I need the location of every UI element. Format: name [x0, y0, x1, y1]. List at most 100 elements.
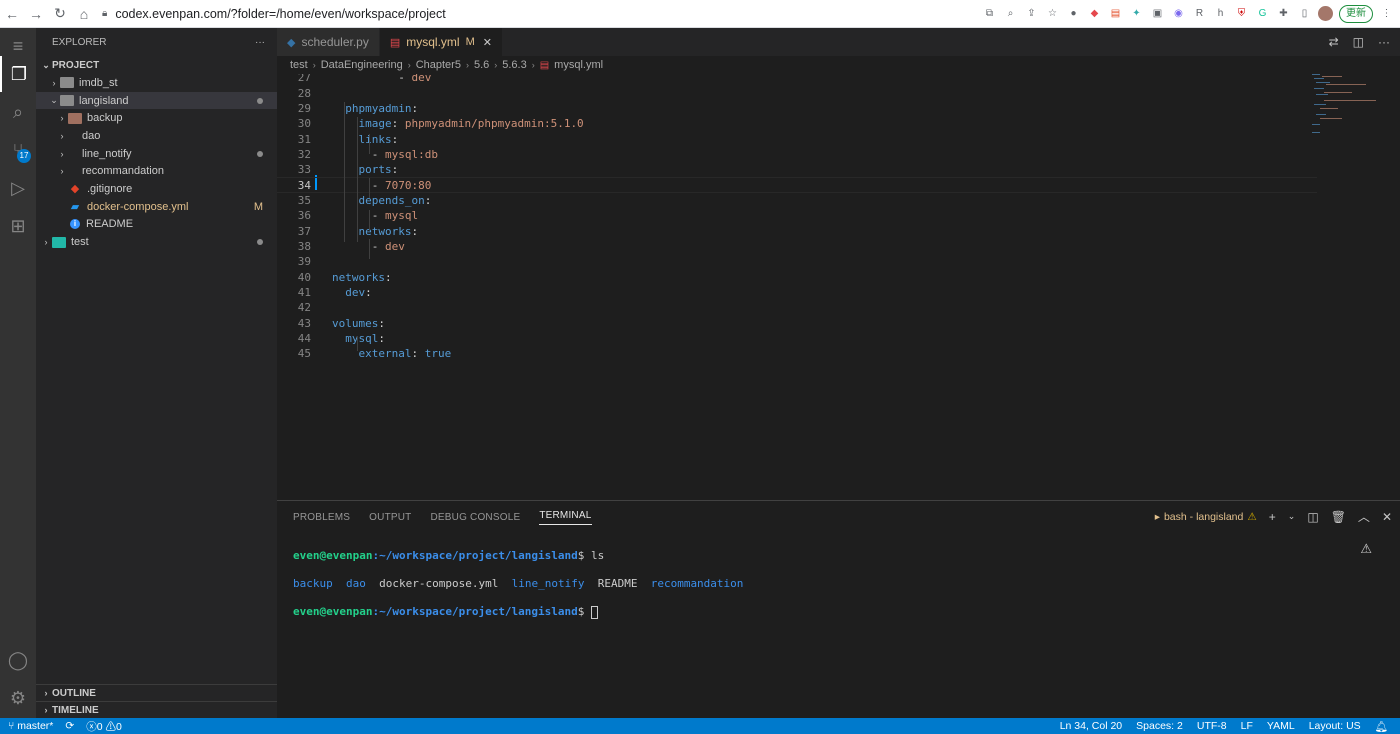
tree-item-backup[interactable]: › backup	[36, 109, 277, 127]
outline-section-header[interactable]: › OUTLINE	[36, 684, 277, 701]
extension-icon-1[interactable]: ●	[1066, 6, 1081, 21]
tree-item-test[interactable]: › test	[36, 233, 277, 251]
tab-debug-console[interactable]: DEBUG CONSOLE	[430, 512, 520, 523]
explorer-more-icon[interactable]: ···	[255, 37, 265, 48]
source-control-icon[interactable]: ⑂ 17	[0, 132, 36, 168]
open-in-app-icon[interactable]: ⧉	[982, 6, 997, 21]
tree-item-line-notify[interactable]: › line_notify	[36, 145, 277, 163]
back-icon[interactable]: ←	[0, 6, 24, 22]
tree-item-dao[interactable]: › dao	[36, 127, 277, 145]
project-section-header[interactable]: ⌄ PROJECT	[36, 56, 277, 74]
extensions-puzzle-icon[interactable]: ✚	[1276, 6, 1291, 21]
run-debug-icon[interactable]: ▷	[0, 170, 36, 206]
browser-menu-icon[interactable]: ⋮	[1379, 6, 1394, 21]
extension-icon-3[interactable]: ▤	[1108, 6, 1123, 21]
split-editor-icon[interactable]: ◫	[1353, 35, 1364, 49]
maximize-panel-icon[interactable]: ︿	[1358, 508, 1370, 525]
extension-icon-7[interactable]: R	[1192, 6, 1207, 21]
share-icon[interactable]: ⇪	[1024, 6, 1039, 21]
breadcrumb-item[interactable]: 5.6.3	[502, 59, 526, 71]
breadcrumb-item[interactable]: DataEngineering	[321, 59, 403, 71]
bookmark-star-icon[interactable]: ☆	[1045, 6, 1060, 21]
tree-item-docker-compose[interactable]: ▰ docker-compose.yml M	[36, 198, 277, 216]
code-line[interactable]: 40 networks:	[277, 270, 1317, 285]
code-editor[interactable]: 27 - dev 28 29 phpmyadmin:30 image: phpmya…	[277, 74, 1400, 500]
extension-icon-6[interactable]: ◉	[1171, 6, 1186, 21]
tab-scheduler-py[interactable]: ◆ scheduler.py	[277, 28, 380, 56]
encoding[interactable]: UTF-8	[1197, 720, 1227, 732]
minimap[interactable]	[1310, 74, 1390, 154]
keyboard-layout[interactable]: Layout: US	[1309, 720, 1361, 732]
code-line[interactable]: 32 - mysql:db	[277, 147, 1317, 162]
code-line[interactable]: 33 ports:	[277, 162, 1317, 177]
close-panel-icon[interactable]: ✕	[1382, 510, 1392, 524]
code-line[interactable]: 39	[277, 254, 1317, 269]
code-line[interactable]: 31 links:	[277, 131, 1317, 146]
reload-icon[interactable]: ↻	[48, 5, 72, 22]
extension-icon-5[interactable]: ▣	[1150, 6, 1165, 21]
extension-icon-9[interactable]: ⛨	[1234, 6, 1249, 21]
code-line[interactable]: 35 depends_on:	[277, 193, 1317, 208]
bell-icon[interactable]: 🔔︎	[1375, 720, 1388, 733]
tab-mysql-yml[interactable]: ▤ mysql.yml M ✕	[379, 28, 503, 56]
settings-gear-icon[interactable]: ⚙	[0, 680, 36, 716]
problems-indicator[interactable]: ⓧ0 ⚠0	[86, 719, 122, 734]
extension-icon-8[interactable]: h	[1213, 6, 1228, 21]
breadcrumb-item[interactable]: test	[290, 59, 308, 71]
new-terminal-icon[interactable]: +	[1269, 510, 1276, 524]
code-line[interactable]: 43 volumes:	[277, 316, 1317, 331]
zoom-icon[interactable]: ⌕	[1003, 6, 1018, 21]
breadcrumb-item[interactable]: mysql.yml	[554, 59, 603, 71]
address-bar[interactable]: 🔒︎ codex.evenpan.com/?folder=/home/even/…	[96, 3, 982, 25]
code-line[interactable]: 41 dev:	[277, 285, 1317, 300]
close-tab-icon[interactable]: ✕	[483, 36, 492, 49]
tab-problems[interactable]: PROBLEMS	[293, 512, 350, 523]
timeline-section-header[interactable]: › TIMELINE	[36, 701, 277, 718]
update-button[interactable]: 更新	[1339, 4, 1373, 23]
account-icon[interactable]: ◯	[0, 642, 36, 678]
tree-item-recommandation[interactable]: › recommandation	[36, 162, 277, 180]
home-icon[interactable]: ⌂	[72, 6, 96, 22]
code-line[interactable]: 30 image: phpmyadmin/phpmyadmin:5.1.0	[277, 116, 1317, 131]
more-actions-icon[interactable]: ···	[1378, 35, 1390, 49]
split-terminal-icon[interactable]: ◫	[1307, 510, 1318, 524]
breadcrumb-item[interactable]: 5.6	[474, 59, 489, 71]
extensions-icon[interactable]: ⊞	[0, 208, 36, 244]
code-line[interactable]: 29 phpmyadmin:	[277, 101, 1317, 116]
explorer-icon[interactable]: ❐	[0, 56, 36, 92]
code-line[interactable]: 34 - 7070:80	[277, 177, 1317, 193]
breadcrumb-item[interactable]: Chapter5	[416, 59, 461, 71]
sync-icon[interactable]: ⟳	[65, 720, 74, 732]
tree-item-langisland[interactable]: ⌄ langisland	[36, 91, 277, 110]
code-line[interactable]: 37 networks:	[277, 224, 1317, 239]
cursor-position[interactable]: Ln 34, Col 20	[1060, 720, 1122, 732]
extension-icon-10[interactable]: G	[1255, 6, 1270, 21]
extension-icon-4[interactable]: ✦	[1129, 6, 1144, 21]
branch-indicator[interactable]: ⑂ master*	[8, 720, 53, 732]
search-icon[interactable]: ⌕	[0, 94, 36, 130]
line-ending[interactable]: LF	[1241, 720, 1253, 732]
tree-item-readme[interactable]: i README	[36, 216, 277, 234]
terminal-output[interactable]: even@evenpan:~/workspace/project/langisl…	[293, 535, 743, 647]
code-line[interactable]: 38 - dev	[277, 239, 1317, 254]
code-line[interactable]: 36 - mysql	[277, 208, 1317, 223]
extension-icon-2[interactable]: ◆	[1087, 6, 1102, 21]
language-mode[interactable]: YAML	[1267, 720, 1295, 732]
tree-item-imdb-st[interactable]: › imdb_st	[36, 74, 277, 92]
trash-icon[interactable]: 🗑︎	[1331, 510, 1346, 524]
code-line[interactable]: 45 external: true	[277, 346, 1317, 361]
tab-terminal[interactable]: TERMINAL	[539, 510, 592, 525]
side-panel-icon[interactable]: ▯	[1297, 6, 1312, 21]
tab-output[interactable]: OUTPUT	[369, 512, 411, 523]
code-line[interactable]: 42	[277, 300, 1317, 315]
profile-avatar[interactable]	[1318, 6, 1333, 21]
terminal-selector[interactable]: ▸ bash - langisland ⚠	[1155, 511, 1257, 523]
chevron-down-icon[interactable]: ⌄	[1288, 511, 1296, 522]
forward-icon[interactable]: →	[24, 6, 48, 22]
compare-icon[interactable]: ⇄	[1329, 35, 1339, 49]
indentation[interactable]: Spaces: 2	[1136, 720, 1183, 732]
code-line[interactable]: 44 mysql:	[277, 331, 1317, 346]
code-line[interactable]: 27 - dev	[277, 74, 1317, 85]
tree-item-gitignore[interactable]: ◆ .gitignore	[36, 180, 277, 198]
code-line[interactable]: 28	[277, 85, 1317, 100]
